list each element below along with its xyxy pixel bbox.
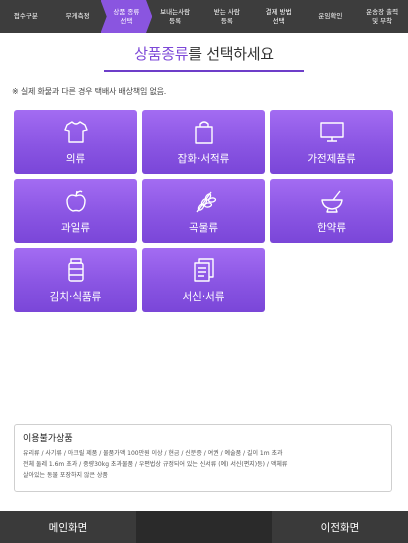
jar-icon bbox=[63, 257, 89, 283]
category-fruit-button[interactable]: 과일류 bbox=[14, 179, 137, 243]
shirt-icon bbox=[63, 119, 89, 145]
category-label: 곡물류 bbox=[189, 221, 218, 234]
step-receiver: 받는 사람 등록 bbox=[213, 7, 240, 25]
category-label: 서신·서류 bbox=[182, 290, 225, 303]
category-label: 가전제품류 bbox=[307, 152, 356, 165]
category-electronics-button[interactable]: 가전제품류 bbox=[270, 110, 393, 174]
wheat-icon bbox=[191, 188, 217, 214]
category-label: 잡화·서적류 bbox=[177, 152, 230, 165]
previous-screen-button[interactable]: 이전화면 bbox=[272, 511, 408, 543]
page-title: 상품종류 를 선택하세요 bbox=[0, 40, 408, 66]
prohibited-items-box: 이용불가상품 유리류 / 사기류 / 아크릴 제품 / 물품가액 100만원 이… bbox=[14, 424, 392, 492]
step-product-type: 상품 종류 선택 bbox=[100, 0, 153, 33]
step-fare-check: 운임확인 bbox=[318, 12, 343, 21]
step-reception-type: 접수구분 bbox=[13, 12, 38, 21]
category-label: 과일류 bbox=[61, 221, 90, 234]
category-label: 의류 bbox=[65, 152, 86, 165]
prohibited-line: 살아있는 동물 포장하지 않은 상품 bbox=[23, 472, 108, 479]
category-kimchi-food-button[interactable]: 김치·식품류 bbox=[14, 248, 137, 312]
category-label: 한약류 bbox=[317, 221, 346, 234]
monitor-icon bbox=[319, 119, 345, 145]
prohibited-line: 유리류 / 사기류 / 아크릴 제품 / 물품가액 100만원 이상 / 현금 … bbox=[23, 450, 283, 457]
step-print-label: 운송장 출력 및 부착 bbox=[366, 7, 399, 25]
bottom-bar: 메인화면 이전화면 bbox=[0, 511, 408, 543]
category-herbal-medicine-button[interactable]: 한약류 bbox=[270, 179, 393, 243]
category-label: 김치·식품류 bbox=[49, 290, 102, 303]
document-icon bbox=[191, 257, 217, 283]
progress-steps: 접수구분 무게측정 상품 종류 선택 보내는사람 등록 받는 사람 등록 결제 … bbox=[0, 0, 408, 33]
title-underline bbox=[104, 70, 304, 72]
category-grid: 의류 잡화·서적류 가전제품류 과일류 곡물류 한약류 김치·식품류 서신·서류 bbox=[14, 110, 393, 312]
category-clothing-button[interactable]: 의류 bbox=[14, 110, 137, 174]
step-weigh: 무게측정 bbox=[65, 12, 90, 21]
category-letters-documents-button[interactable]: 서신·서류 bbox=[142, 248, 265, 312]
prohibited-title: 이용불가상품 bbox=[23, 434, 73, 444]
page-title-rest: 를 선택하세요 bbox=[188, 44, 274, 63]
bottom-bar-spacer bbox=[136, 511, 272, 543]
prohibited-line: 전체 둘레 1.6m 초과 / 중량30kg 초과물품 / 우편법상 규정되어 … bbox=[23, 461, 288, 468]
shopping-bag-icon bbox=[191, 119, 217, 145]
apple-icon bbox=[63, 188, 89, 214]
mortar-icon bbox=[319, 188, 345, 214]
liability-notice: ※ 실제 화물과 다른 경우 택배사 배상책임 없음. bbox=[12, 87, 167, 96]
category-grain-button[interactable]: 곡물류 bbox=[142, 179, 265, 243]
step-payment: 결제 방법 선택 bbox=[265, 7, 292, 25]
page-title-accent: 상품종류 bbox=[134, 44, 189, 63]
category-goods-books-button[interactable]: 잡화·서적류 bbox=[142, 110, 265, 174]
main-screen-button[interactable]: 메인화면 bbox=[0, 511, 136, 543]
step-sender: 보내는사람 등록 bbox=[160, 7, 191, 25]
